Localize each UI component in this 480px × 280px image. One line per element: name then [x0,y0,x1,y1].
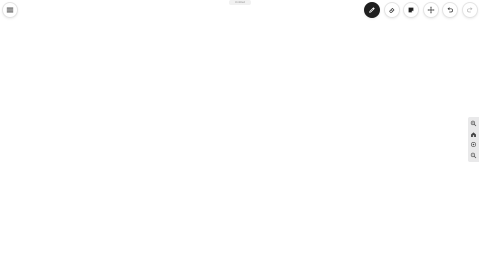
move-tool-button[interactable] [423,2,439,18]
home-icon [471,132,476,137]
zoom-in-icon [470,120,477,127]
reset-view-button[interactable] [469,140,478,149]
move-icon [427,6,435,14]
zoom-out-icon [470,152,477,159]
zoom-in-button[interactable] [469,119,478,128]
undo-icon [447,7,453,13]
drawing-canvas[interactable] [0,20,467,280]
undo-button[interactable] [442,2,458,18]
redo-button[interactable] [462,2,478,18]
pen-tool-button[interactable] [364,2,380,18]
home-button[interactable] [469,130,478,139]
pen-icon [369,7,375,13]
sticky-note-icon [408,7,414,13]
zoom-out-button[interactable] [469,151,478,160]
menu-button[interactable] [2,2,18,18]
hamburger-menu-icon [6,7,14,13]
document-title-label: Untitled [229,0,251,5]
eraser-tool-button[interactable] [384,2,400,18]
view-controls-panel [468,117,479,162]
eraser-icon [389,8,395,13]
redo-icon [467,7,473,13]
sticky-note-tool-button[interactable] [403,2,419,18]
target-icon [470,142,477,148]
